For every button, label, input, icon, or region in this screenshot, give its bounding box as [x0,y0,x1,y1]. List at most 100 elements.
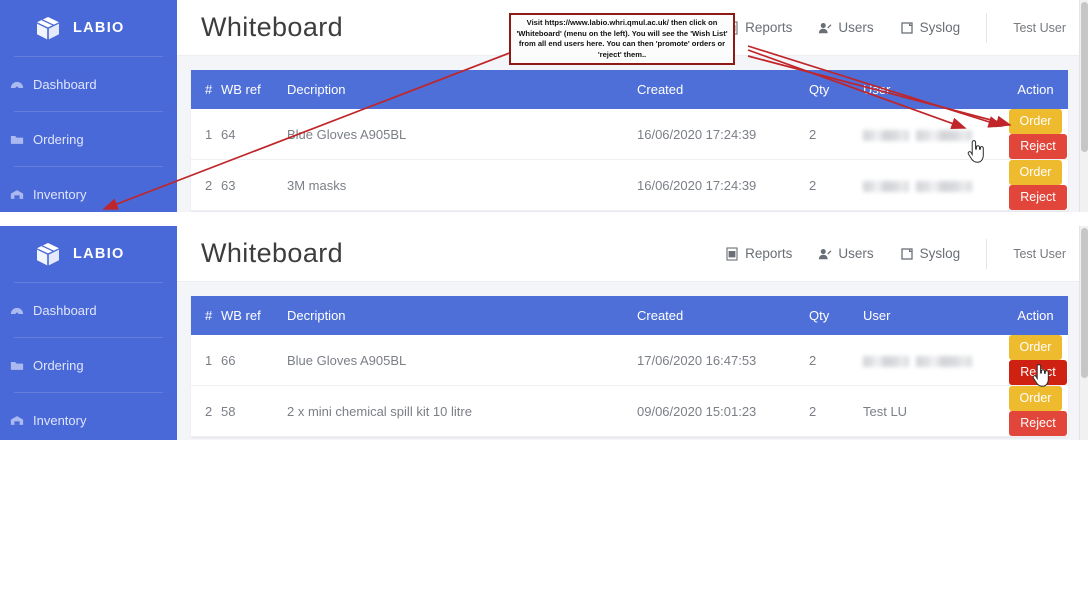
sidebar-item-label: Ordering [33,357,84,373]
current-user[interactable]: Test User [1013,247,1066,261]
scrollbar-thumb[interactable] [1081,228,1088,378]
divider [986,238,988,269]
cell-created: 16/06/2020 17:24:39 [637,159,809,211]
table-row[interactable]: 1 64 Blue Gloves A905BL 16/06/2020 17:24… [191,109,1068,160]
cell-qty: 2 [809,385,863,437]
cell-description: 2 x mini chemical spill kit 10 litre [287,385,637,437]
folder-icon [10,361,24,370]
order-button[interactable]: Order [1008,335,1063,360]
topnav-label: Users [838,246,874,261]
col-number: # [191,296,221,335]
sidebar: LABIO Dashboard Ordering Inventory [0,0,177,212]
redacted-user-name [863,180,909,192]
col-user: User [863,70,1003,109]
order-button[interactable]: Order [1008,386,1063,411]
divider [986,12,988,43]
cell-number: 1 [191,335,221,386]
brand[interactable]: LABIO [0,226,177,282]
cell-created: 09/06/2020 15:01:23 [637,385,809,437]
topnav-item-reports[interactable]: Reports [725,246,792,261]
sidebar-item-label: Inventory [33,412,87,428]
col-qty: Qty [809,296,863,335]
sidebar-item-dashboard[interactable]: Dashboard [0,57,177,111]
topnav-label: Reports [745,246,793,261]
sidebar-item-inventory[interactable]: Inventory [0,167,177,212]
topnav-item-syslog[interactable]: Syslog [900,246,961,261]
col-wb-ref: WB ref [221,70,287,109]
topnav-item-users[interactable]: Users [818,246,874,261]
cell-user [863,109,1003,160]
app-window-top: LABIO Dashboard Ordering Inventory White… [0,0,1088,212]
cell-qty: 2 [809,335,863,386]
brand[interactable]: LABIO [0,0,177,56]
top-navigation: Reports Users Syslog Test User [699,12,1066,43]
table-row[interactable]: 2 63 3M masks 16/06/2020 17:24:39 2 Orde… [191,159,1068,211]
table-row[interactable]: 1 66 Blue Gloves A905BL 17/06/2020 16:47… [191,335,1068,386]
warehouse-icon [10,415,24,425]
reject-button[interactable]: Reject [1009,360,1067,385]
current-user[interactable]: Test User [1013,21,1066,35]
col-user: User [863,296,1003,335]
topnav-item-users[interactable]: Users [818,20,874,35]
cell-description: Blue Gloves A905BL [287,335,637,386]
col-number: # [191,70,221,109]
col-description: Decription [287,70,637,109]
reject-button[interactable]: Reject [1009,134,1067,159]
table-header-row: # WB ref Decription Created Qty User Act… [191,70,1068,109]
topnav-item-syslog[interactable]: Syslog [900,20,961,35]
whiteboard-table: # WB ref Decription Created Qty User Act… [191,70,1068,211]
topnav-label: Users [838,20,874,35]
sidebar-item-label: Dashboard [33,76,97,92]
cell-created: 17/06/2020 16:47:53 [637,335,809,386]
cell-user [863,335,1003,386]
topnav-label: Syslog [919,246,961,261]
main-content: Whiteboard Reports Users Syslog Test Use… [177,226,1088,440]
sidebar-item-label: Ordering [33,131,84,147]
col-wb-ref: WB ref [221,296,287,335]
user-edit-icon [819,248,832,259]
cube-box-icon [37,17,59,40]
cell-user [863,159,1003,211]
sidebar-item-dashboard[interactable]: Dashboard [0,283,177,337]
cell-description: Blue Gloves A905BL [287,109,637,160]
spreadsheet-icon [726,246,738,261]
scrollbar-thumb[interactable] [1081,2,1088,152]
brand-name: LABIO [73,246,125,262]
cell-number: 2 [191,159,221,211]
table-row[interactable]: 2 58 2 x mini chemical spill kit 10 litr… [191,385,1068,437]
cell-number: 2 [191,385,221,437]
topnav-label: Syslog [919,20,961,35]
page-title: Whiteboard [201,12,344,42]
document-icon [901,247,913,260]
cell-action: Order Reject [1003,109,1068,160]
sidebar-item-inventory[interactable]: Inventory [0,393,177,440]
redacted-user-name [916,355,972,367]
whiteboard-card: # WB ref Decription Created Qty User Act… [191,296,1068,437]
user-edit-icon [819,22,832,33]
topnav-item-reports[interactable]: Reports [725,20,792,35]
top-navigation: Reports Users Syslog Test User [699,238,1066,269]
vertical-scrollbar[interactable] [1079,226,1088,440]
topnav-label: Reports [745,20,793,35]
page-title: Whiteboard [201,238,344,268]
vertical-scrollbar[interactable] [1079,0,1088,212]
sidebar-item-ordering[interactable]: Ordering [0,112,177,166]
table-body: 1 64 Blue Gloves A905BL 16/06/2020 17:24… [191,109,1068,211]
screenshot-root: LABIO Dashboard Ordering Inventory White… [0,0,1088,612]
sidebar-item-ordering[interactable]: Ordering [0,338,177,392]
cube-box-icon [37,243,59,266]
order-button[interactable]: Order [1008,160,1063,185]
spreadsheet-icon [726,20,738,35]
main-content: Whiteboard Reports Users Syslog Test Use… [177,0,1088,212]
cell-wb-ref: 58 [221,385,287,437]
cell-user: Test LU [863,385,1003,437]
cell-qty: 2 [809,109,863,160]
cell-action: Order Reject [1003,335,1068,386]
reject-button[interactable]: Reject [1009,185,1067,210]
order-button[interactable]: Order [1008,109,1063,134]
reject-button[interactable]: Reject [1009,411,1067,436]
cell-wb-ref: 66 [221,335,287,386]
topbar: Whiteboard Reports Users Syslog Test Use… [177,226,1088,282]
col-action: Action [1003,70,1068,109]
redacted-user-name [863,355,909,367]
